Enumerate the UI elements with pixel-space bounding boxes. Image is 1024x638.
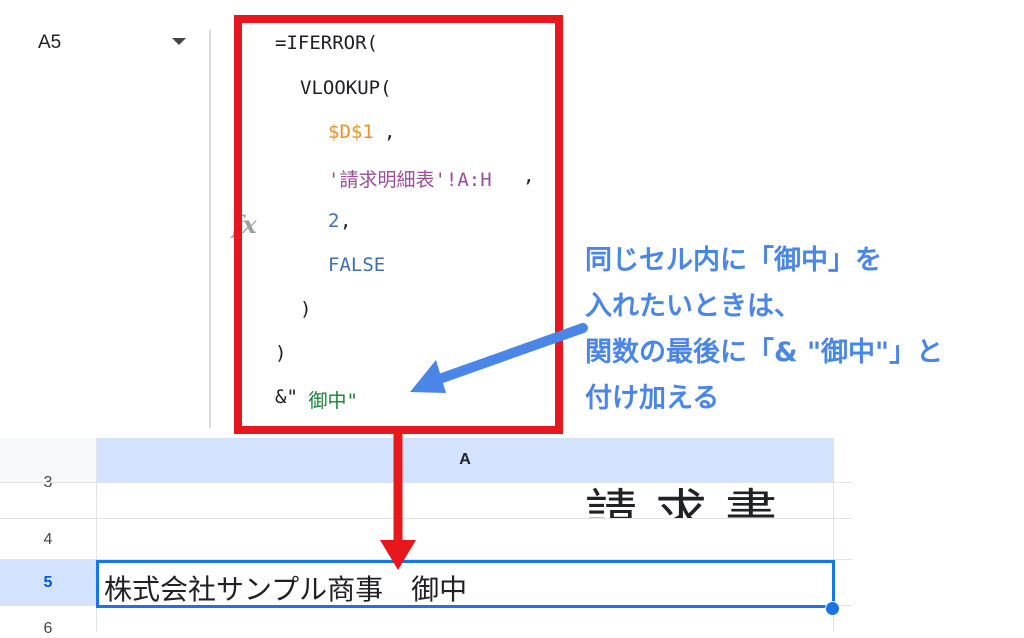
red-arrow (380, 430, 416, 570)
arrows-overlay (380, 323, 588, 570)
blue-arrow (410, 323, 588, 393)
